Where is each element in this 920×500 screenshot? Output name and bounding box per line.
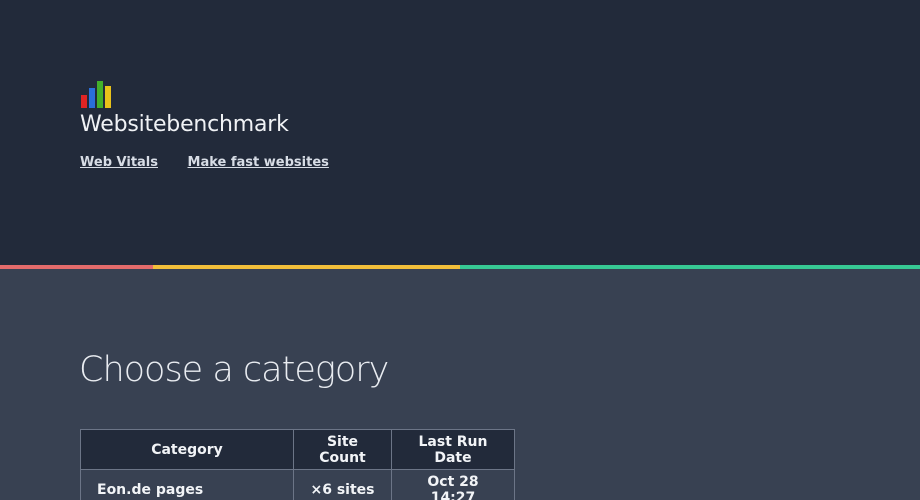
color-stripe: [0, 265, 920, 269]
brand-title[interactable]: Websitebenchmark: [80, 112, 289, 137]
page-title: Choose a category: [79, 350, 389, 390]
stripe-yellow: [153, 265, 460, 269]
table-header-row: Category Site Count Last Run Date: [80, 429, 515, 470]
column-header-category[interactable]: Category: [80, 429, 294, 470]
cell-site-count: ×6 sites: [293, 469, 392, 500]
stripe-red: [0, 265, 153, 269]
header: Websitebenchmark Web Vitals Make fast we…: [0, 0, 920, 265]
nav-link-web-vitals[interactable]: Web Vitals: [80, 155, 158, 170]
column-header-site-count[interactable]: Site Count: [293, 429, 392, 470]
stripe-green: [460, 265, 920, 269]
cell-last-run-date: Oct 28 14:27: [391, 469, 515, 500]
cell-category[interactable]: Eon.de pages: [80, 469, 294, 500]
header-nav: Web Vitals Make fast websites: [80, 155, 354, 170]
table-row[interactable]: Eon.de pages ×6 sites Oct 28 14:27: [80, 469, 515, 500]
column-header-last-run-date[interactable]: Last Run Date: [391, 429, 515, 470]
bar-chart-logo-icon: [81, 81, 111, 108]
nav-link-make-fast-websites[interactable]: Make fast websites: [188, 155, 329, 170]
category-table: Category Site Count Last Run Date Eon.de…: [80, 429, 515, 500]
